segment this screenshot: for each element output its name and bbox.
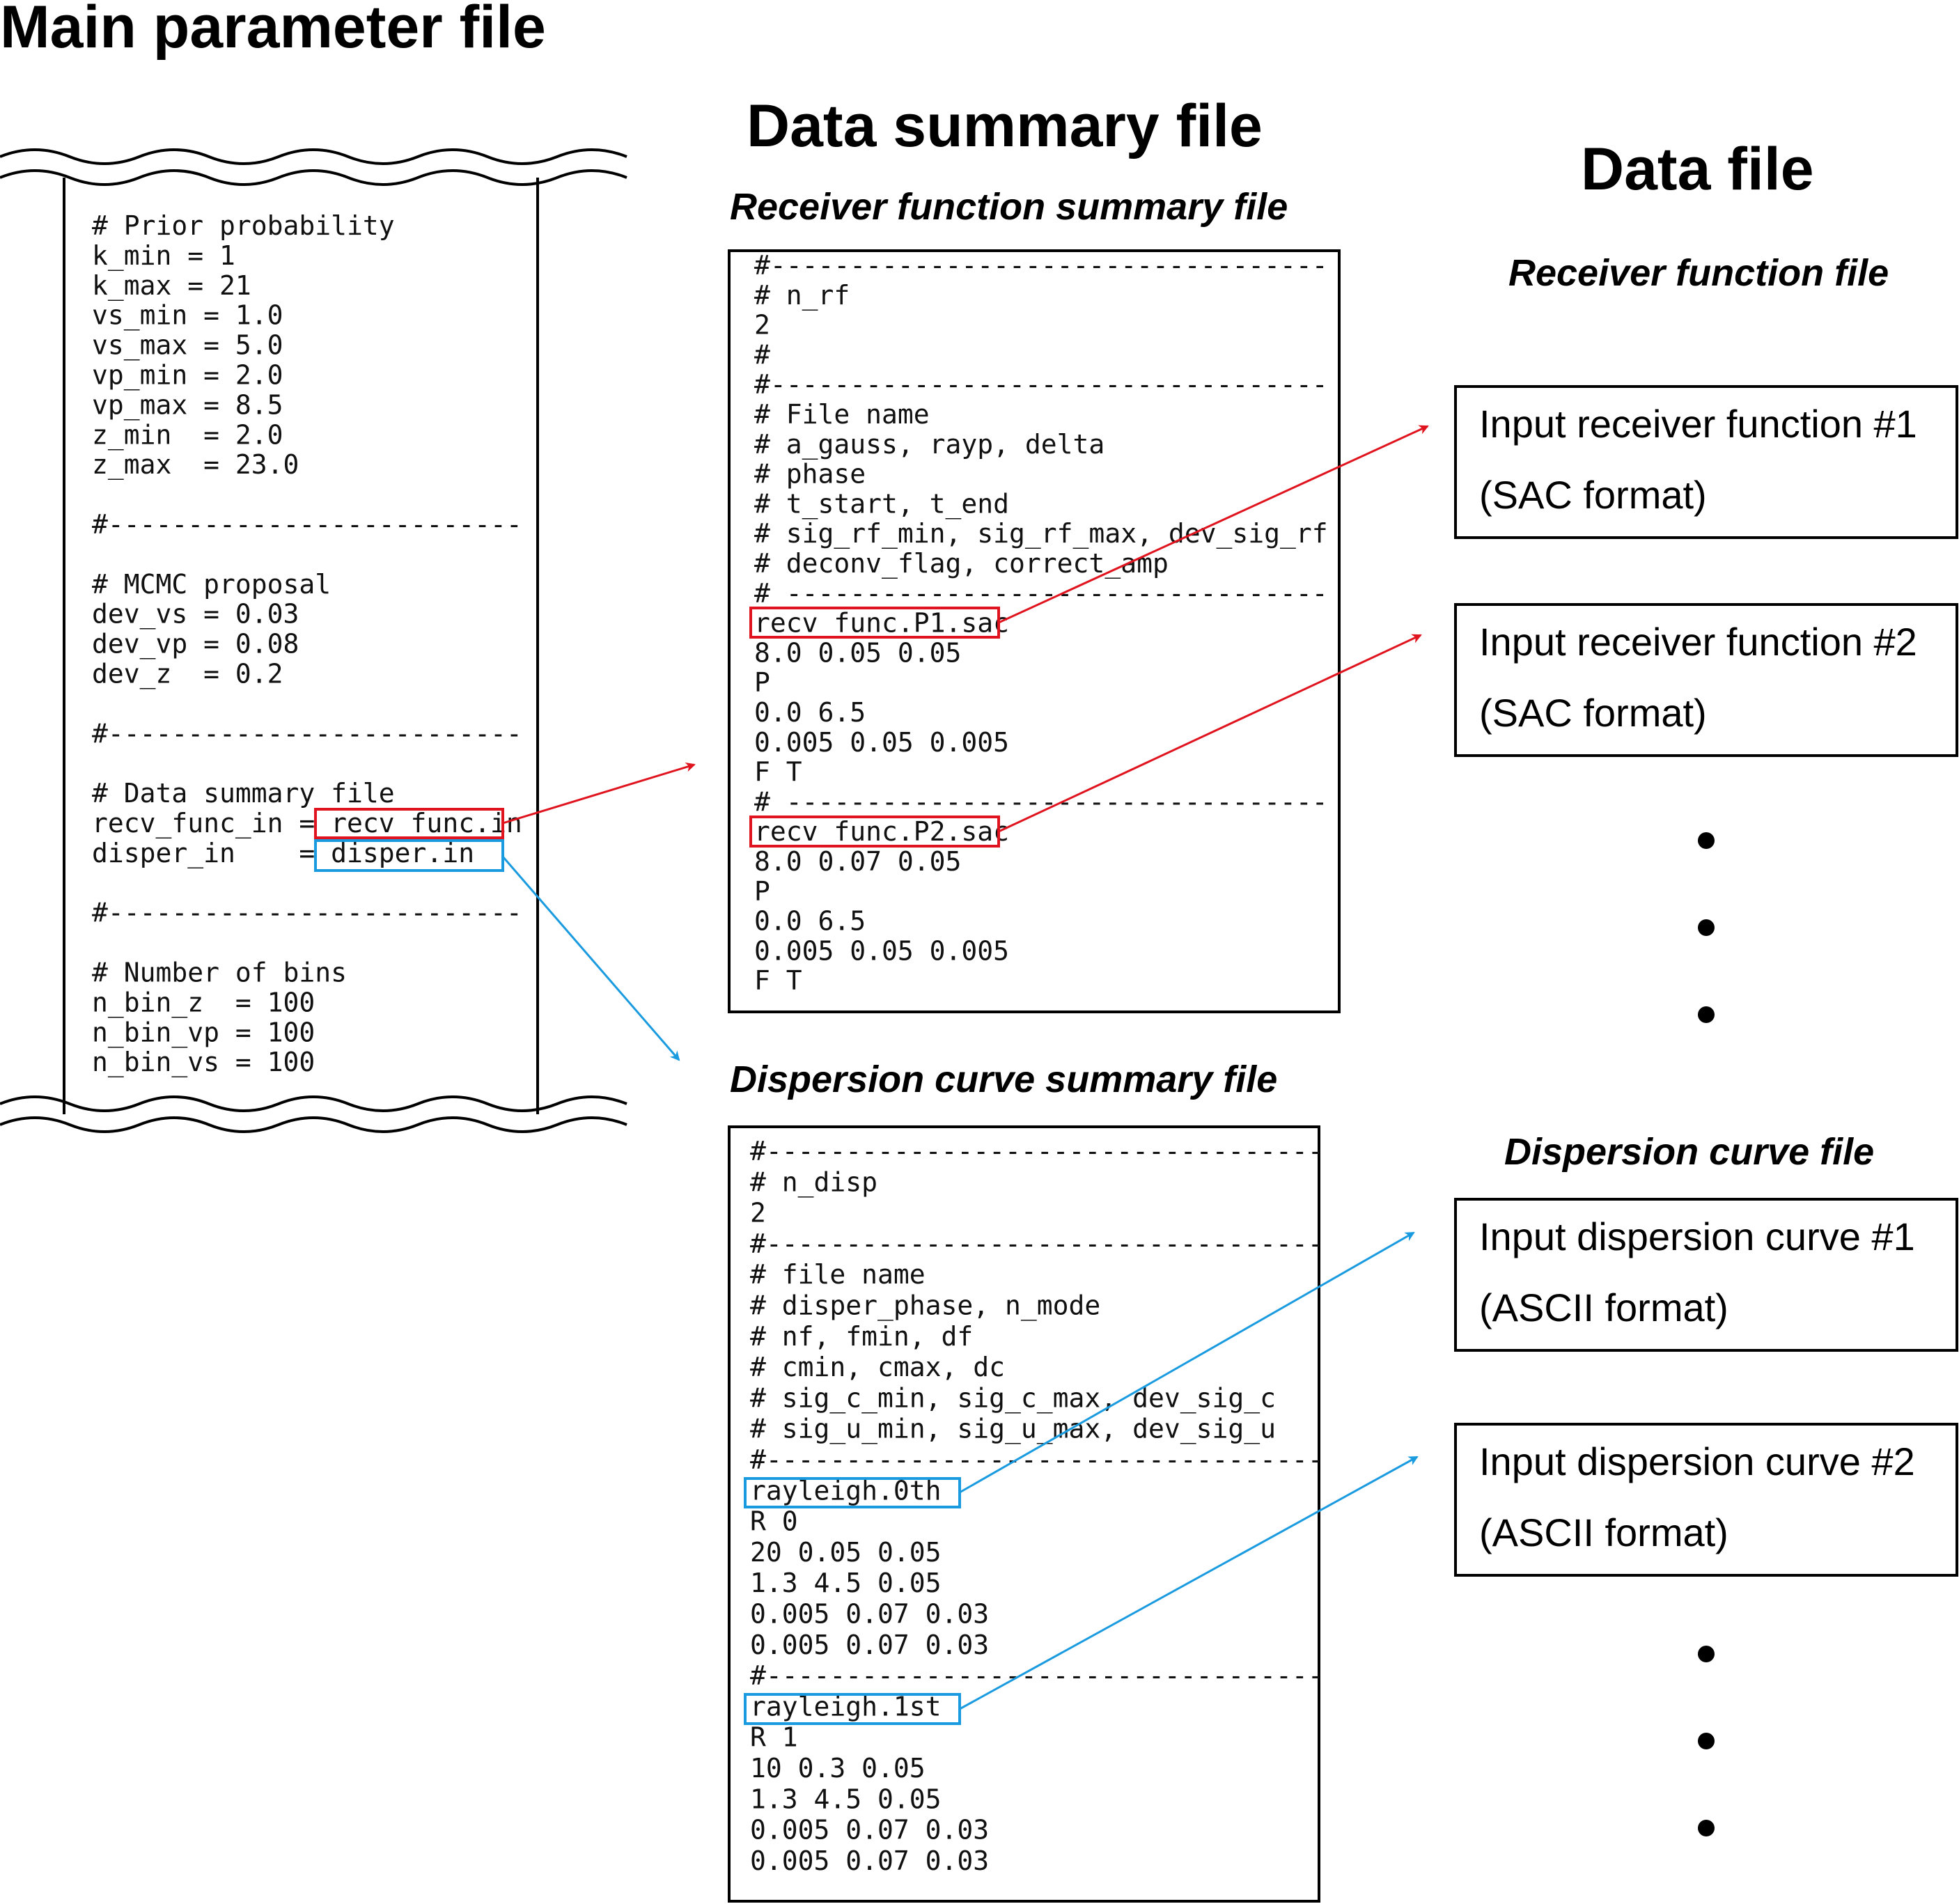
top-wave-1	[0, 148, 627, 165]
code-line: recv_func.P2.sac	[754, 816, 1009, 848]
main-parameter-title: Main parameter file	[0, 0, 546, 61]
code-line: 0.005 0.07 0.03	[750, 1599, 989, 1630]
rf-file-subtitle: Receiver function file	[1508, 252, 1889, 294]
code-line: # a_gauss, rayp, delta	[754, 429, 1105, 460]
code-line: z_max = 23.0	[92, 449, 299, 481]
code-line: disper_in = disper.in	[92, 838, 474, 869]
code-line: #-----------------------------------	[754, 250, 1328, 281]
code-line: 2	[754, 310, 770, 341]
code-line: #--------------------------	[92, 509, 522, 540]
disp-file-1-line1: Input dispersion curve #1	[1479, 1215, 1915, 1258]
ellipsis-dot	[1698, 1646, 1715, 1662]
disp-file-subtitle: Dispersion curve file	[1504, 1131, 1874, 1173]
code-line: # Prior probability	[92, 210, 395, 241]
ellipsis-dot	[1698, 919, 1715, 936]
ellipsis-dot	[1698, 1733, 1715, 1749]
code-line: n_bin_z = 100	[92, 987, 315, 1018]
code-line: # nf, fmin, df	[750, 1321, 973, 1352]
code-line: 1.3 4.5 0.05	[750, 1568, 942, 1598]
code-line: #	[754, 339, 770, 370]
code-line: 0.0 6.5	[754, 697, 866, 728]
code-line: F T	[754, 757, 802, 788]
rf-file-box-1: Input receiver function #1 (SAC format)	[1454, 385, 1958, 539]
code-line: #-----------------------------------	[750, 1136, 1324, 1166]
disp-file-box-2: Input dispersion curve #2 (ASCII format)	[1454, 1423, 1958, 1577]
data-file-title: Data file	[1581, 136, 1814, 203]
code-line: # sig_u_min, sig_u_max, dev_sig_u	[750, 1414, 1276, 1445]
code-line: # cmin, cmax, dc	[750, 1352, 1005, 1382]
code-line: 0.005 0.07 0.03	[750, 1846, 989, 1876]
rf-file-box-2: Input receiver function #2 (SAC format)	[1454, 603, 1958, 757]
code-line: vs_min = 1.0	[92, 300, 283, 331]
code-line: P	[754, 667, 770, 698]
code-line: # n_rf	[754, 280, 850, 311]
code-line: #-----------------------------------	[750, 1228, 1324, 1259]
code-line: dev_vs = 0.03	[92, 599, 299, 630]
code-line: # Data summary file	[92, 778, 395, 809]
code-line: #--------------------------	[92, 898, 522, 928]
code-line: 8.0 0.07 0.05	[754, 846, 961, 877]
code-line: P	[754, 876, 770, 907]
code-line: recv_func.P1.sac	[754, 608, 1009, 639]
data-summary-title: Data summary file	[747, 93, 1263, 159]
code-line: vs_max = 5.0	[92, 330, 283, 361]
disp-file-box-1: Input dispersion curve #1 (ASCII format)	[1454, 1198, 1958, 1352]
code-line: # sig_rf_min, sig_rf_max, dev_sig_rf	[754, 518, 1328, 549]
code-line: #-----------------------------------	[754, 369, 1328, 400]
code-line: 20 0.05 0.05	[750, 1537, 942, 1568]
code-line: # phase	[754, 459, 866, 490]
ellipsis-dot	[1698, 1820, 1715, 1836]
code-line: # t_start, t_end	[754, 488, 1009, 520]
code-line: recv_func_in = recv_func.in	[92, 808, 522, 839]
code-line: # n_disp	[750, 1166, 877, 1198]
code-line: n_bin_vp = 100	[92, 1017, 315, 1048]
code-line: 0.005 0.07 0.03	[750, 1815, 989, 1846]
code-line: # disper_phase, n_mode	[750, 1290, 1100, 1322]
code-line: 0.005 0.05 0.005	[754, 935, 1009, 966]
ellipsis-dot	[1698, 1006, 1715, 1023]
disp-summary-subtitle: Dispersion curve summary file	[730, 1059, 1277, 1100]
code-line: F T	[754, 965, 802, 996]
code-line: #--------------------------	[92, 718, 522, 749]
code-line: 0.005 0.07 0.03	[750, 1630, 989, 1660]
main-parameter-panel: # Prior probabilityk_min = 1k_max = 21vs…	[0, 148, 627, 1133]
code-line: # MCMC proposal	[92, 569, 331, 600]
code-line: k_max = 21	[92, 270, 251, 302]
diagram-canvas: Main parameter file Data summary file Da…	[0, 0, 1959, 1904]
code-line: n_bin_vs = 100	[92, 1047, 315, 1078]
disp-file-2-line2: (ASCII format)	[1479, 1511, 1728, 1554]
code-line: vp_min = 2.0	[92, 360, 283, 391]
disp-file-1-line2: (ASCII format)	[1479, 1286, 1728, 1329]
code-line: 10 0.3 0.05	[750, 1753, 926, 1784]
code-line: #-----------------------------------	[750, 1660, 1324, 1691]
code-line: R 0	[750, 1506, 798, 1537]
code-line: 8.0 0.05 0.05	[754, 637, 961, 668]
code-line: k_min = 1	[92, 240, 235, 272]
code-line: # deconv_flag, correct_amp	[754, 548, 1169, 579]
code-line: # Number of bins	[92, 958, 347, 988]
code-line: 0.005 0.05 0.005	[754, 727, 1009, 758]
code-line: 2	[750, 1198, 766, 1228]
code-line: z_min = 2.0	[92, 419, 283, 451]
code-line: R 1	[750, 1722, 798, 1753]
code-line: dev_vp = 0.08	[92, 629, 299, 660]
code-line: vp_max = 8.5	[92, 389, 283, 421]
ellipsis-dot	[1698, 832, 1715, 849]
rf-file-1-line1: Input receiver function #1	[1479, 402, 1917, 446]
rf-summary-subtitle: Receiver function summary file	[730, 186, 1288, 228]
disp-file-2-line1: Input dispersion curve #2	[1479, 1439, 1915, 1483]
code-line: # sig_c_min, sig_c_max, dev_sig_c	[750, 1382, 1276, 1414]
rf-file-2-line2: (SAC format)	[1479, 691, 1707, 735]
code-line: 0.0 6.5	[754, 906, 866, 937]
code-line: dev_z = 0.2	[92, 659, 283, 690]
code-line: 1.3 4.5 0.05	[750, 1784, 942, 1814]
rf-file-2-line1: Input receiver function #2	[1479, 620, 1917, 664]
bottom-wave-2	[0, 1116, 627, 1133]
rf-file-1-line2: (SAC format)	[1479, 473, 1707, 517]
code-line: # file name	[750, 1259, 926, 1290]
code-line: # File name	[754, 399, 930, 430]
diagram-svg: Main parameter file Data summary file Da…	[0, 0, 1958, 1903]
